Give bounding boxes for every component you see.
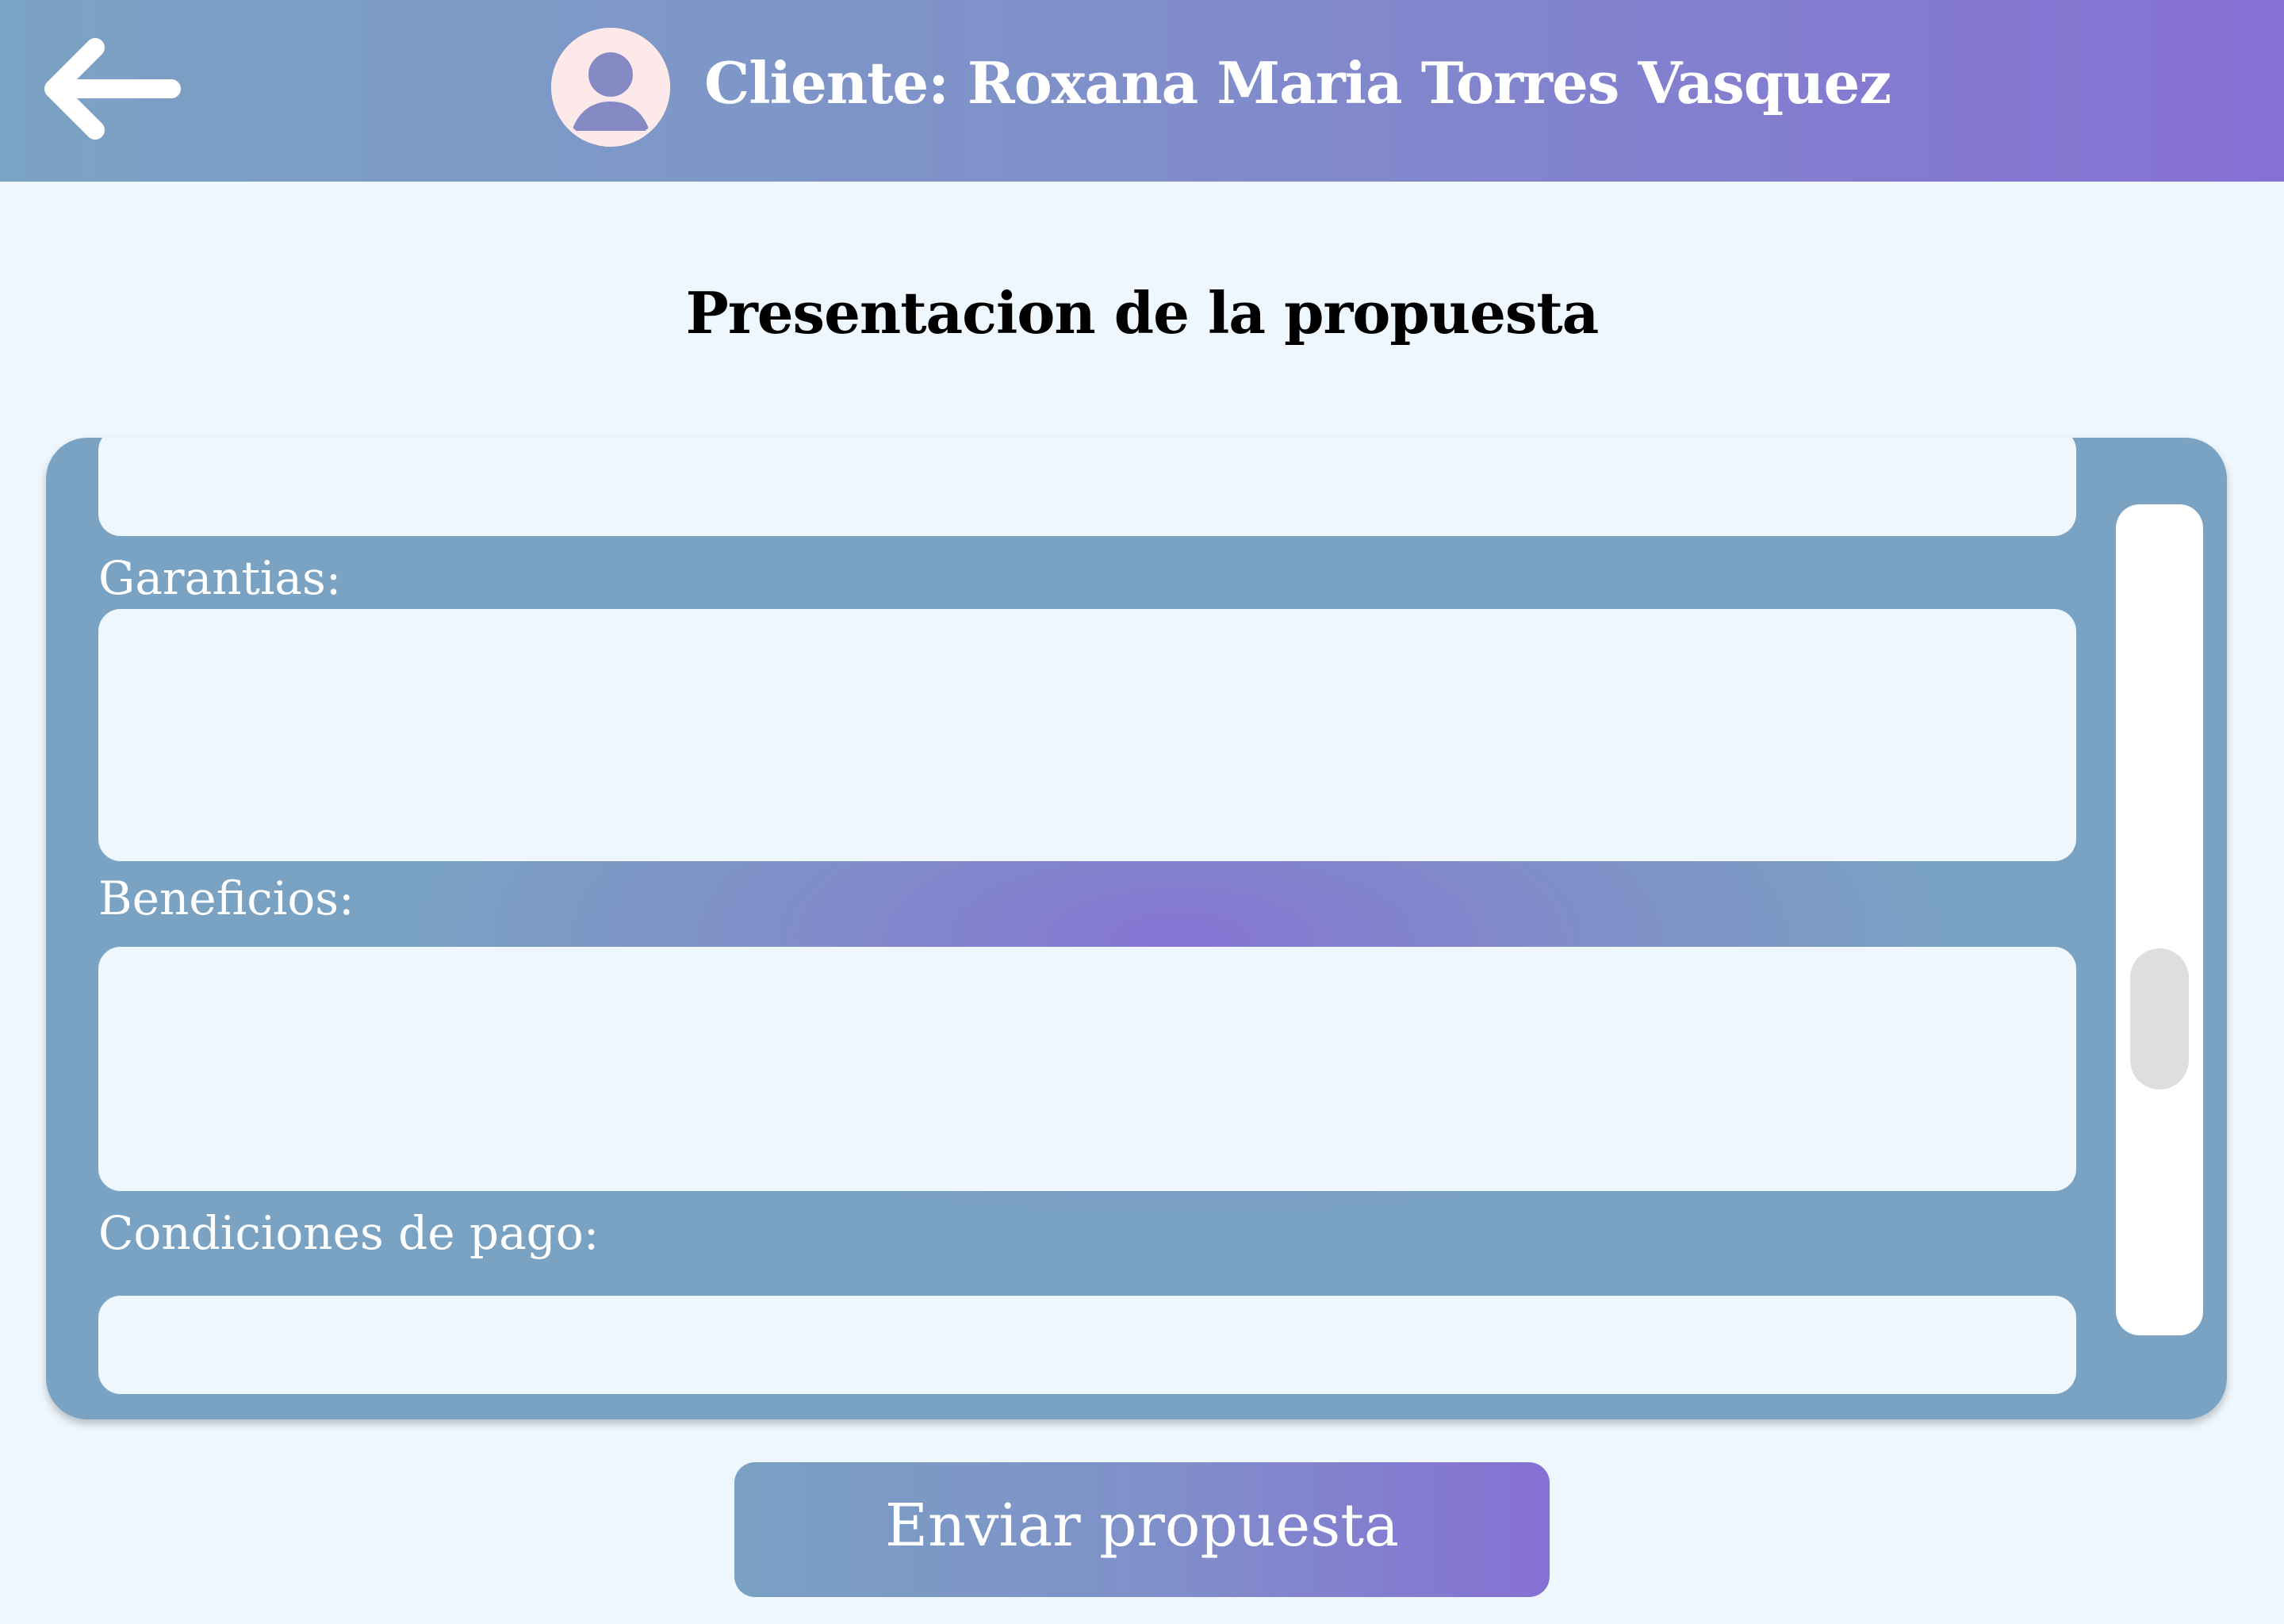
condiciones-de-pago-label: Condiciones de pago: bbox=[98, 1206, 600, 1260]
arrow-left-icon bbox=[44, 38, 181, 140]
garantias-label: Garantias: bbox=[98, 551, 342, 605]
user-avatar-icon bbox=[551, 28, 670, 147]
send-proposal-label: Enviar propuesta bbox=[884, 1492, 1400, 1560]
beneficios-input[interactable] bbox=[98, 947, 2076, 1191]
scrollbar-track[interactable] bbox=[2116, 504, 2203, 1335]
proposal-form-panel: Garantias: Beneficios: Condiciones de pa… bbox=[46, 438, 2227, 1419]
header-bar: Cliente: Roxana Maria Torres Vasquez bbox=[0, 0, 2284, 182]
send-proposal-button[interactable]: Enviar propuesta bbox=[734, 1462, 1550, 1597]
garantias-input[interactable] bbox=[98, 609, 2076, 861]
client-name-title: Cliente: Roxana Maria Torres Vasquez bbox=[704, 49, 1891, 117]
previous-field-input[interactable] bbox=[98, 438, 2076, 536]
condiciones-de-pago-input[interactable] bbox=[98, 1296, 2076, 1394]
scrollbar-thumb[interactable] bbox=[2130, 948, 2189, 1090]
beneficios-label: Beneficios: bbox=[98, 871, 354, 925]
back-button[interactable] bbox=[40, 33, 182, 144]
page-title: Presentacion de la propuesta bbox=[685, 279, 1600, 347]
